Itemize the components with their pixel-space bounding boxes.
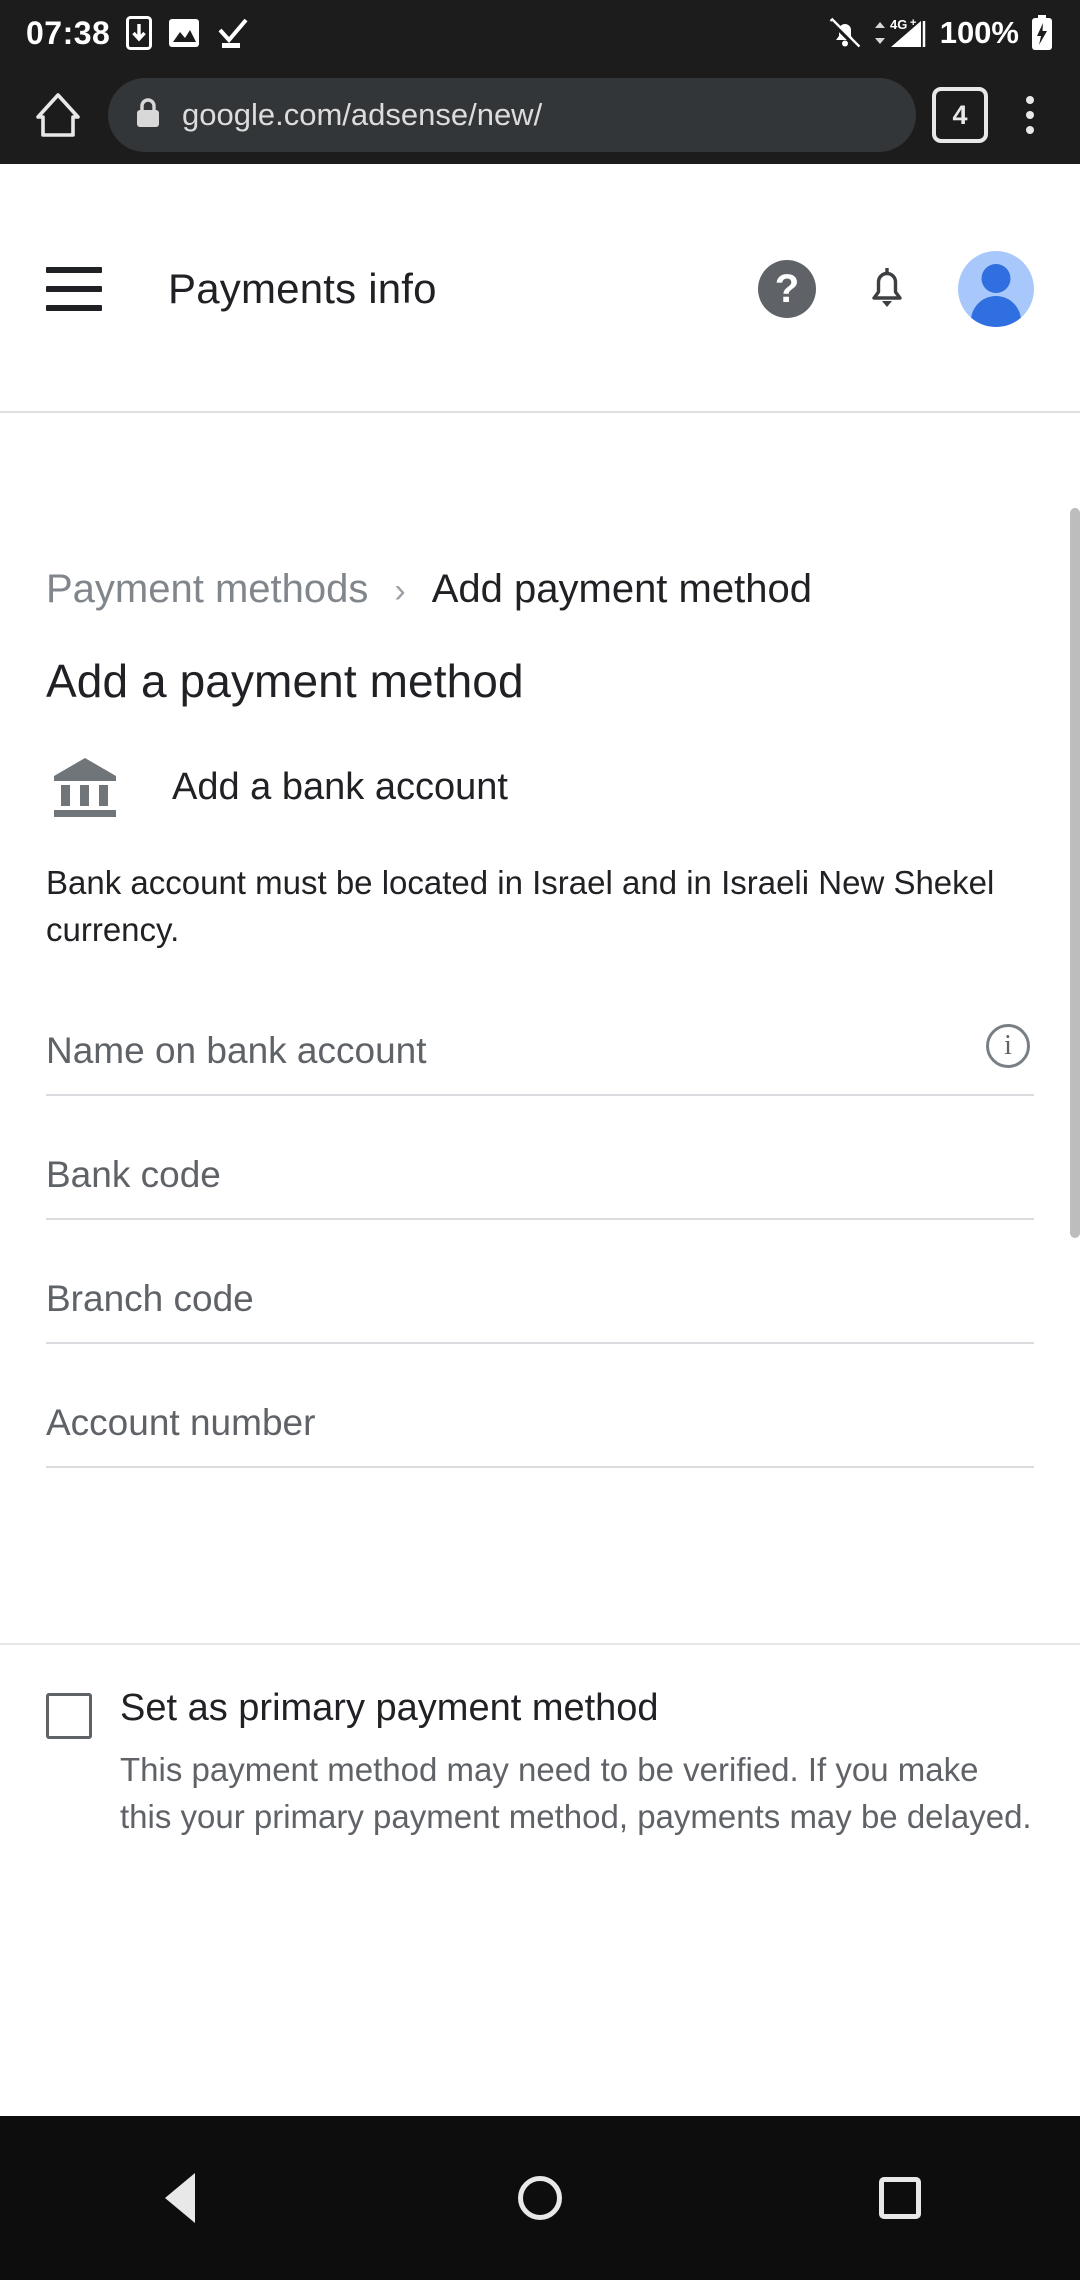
- breadcrumb-parent[interactable]: Payment methods: [46, 567, 368, 612]
- breadcrumb-current: Add payment method: [431, 567, 812, 611]
- home-circle-icon[interactable]: [465, 2148, 615, 2248]
- help-circle-icon[interactable]: ?: [758, 259, 816, 318]
- set-primary-checkbox[interactable]: [46, 1693, 92, 1739]
- breadcrumb-separator-icon: ›: [394, 572, 406, 610]
- header-divider: [0, 411, 1080, 413]
- status-bar-left: 07:38: [26, 15, 250, 52]
- set-primary-label: Set as primary payment method: [120, 1687, 659, 1729]
- more-vertical-icon[interactable]: [1002, 79, 1058, 151]
- info-icon[interactable]: i: [986, 1023, 1030, 1068]
- bank-code-input[interactable]: [46, 1153, 1034, 1220]
- status-time: 07:38: [26, 14, 111, 51]
- battery-charging-icon: [1030, 15, 1054, 51]
- breadcrumb: Payment methods › Add payment method: [46, 567, 1034, 612]
- bank-account-form: i: [46, 1023, 1034, 1468]
- app-header: Payments info ?: [0, 164, 1080, 413]
- bell-icon[interactable]: [862, 258, 912, 319]
- image-icon: [168, 18, 200, 48]
- page-title-header: Payments info: [168, 264, 437, 312]
- primary-method-section: Set as primary payment method This payme…: [46, 1687, 1034, 1841]
- phone-download-icon: [126, 16, 153, 50]
- browser-toolbar: google.com/adsense/new/ 4: [0, 66, 1080, 164]
- field-bank-code: [46, 1153, 1034, 1220]
- add-bank-account-label: Add a bank account: [172, 765, 508, 808]
- back-triangle-icon[interactable]: [105, 2148, 255, 2248]
- branch-code-input[interactable]: [46, 1277, 1034, 1344]
- field-branch-code: [46, 1277, 1034, 1344]
- account-number-input[interactable]: [46, 1401, 1034, 1468]
- battery-percent: 100%: [939, 15, 1019, 50]
- signal-4g-plus-icon: 4G +: [873, 15, 929, 51]
- phone-screen: 07:38 4G + 100% google.com/adsense/new/ …: [0, 0, 1080, 2280]
- svg-text:4G: 4G: [890, 17, 907, 32]
- bank-account-note: Bank account must be located in Israel a…: [46, 864, 995, 948]
- primary-method-description: This payment method may need to be verif…: [120, 1751, 1032, 1835]
- check-underline-icon: [216, 17, 250, 49]
- lock-icon: [134, 96, 162, 135]
- bank-building-icon: [50, 756, 120, 818]
- field-name-on-bank-account: i: [46, 1023, 1034, 1096]
- android-nav-bar: [0, 2116, 1080, 2280]
- status-bar-right: 4G + 100%: [828, 15, 1054, 51]
- account-avatar-icon[interactable]: [958, 250, 1034, 327]
- add-bank-account-option[interactable]: Add a bank account: [46, 756, 1034, 818]
- name-on-bank-account-input[interactable]: [46, 1029, 1034, 1096]
- url-bar[interactable]: google.com/adsense/new/: [108, 78, 916, 152]
- primary-method-divider: [0, 1643, 1080, 1645]
- tab-count-button[interactable]: 4: [932, 87, 988, 143]
- status-bar: 07:38 4G + 100%: [0, 0, 1080, 66]
- page-content: Payment methods › Add payment method Add…: [0, 415, 1080, 2116]
- field-account-number: [46, 1401, 1034, 1468]
- page-title: Add a payment method: [46, 655, 524, 707]
- url-text: google.com/adsense/new/: [182, 97, 543, 132]
- home-icon[interactable]: [22, 79, 94, 151]
- bell-muted-icon: [828, 16, 862, 50]
- primary-method-row[interactable]: Set as primary payment method: [46, 1687, 1034, 1739]
- scrollbar[interactable]: [1070, 508, 1080, 1238]
- app-header-actions: ?: [758, 250, 1034, 327]
- recents-square-icon[interactable]: [825, 2148, 975, 2248]
- hamburger-icon[interactable]: [46, 254, 116, 324]
